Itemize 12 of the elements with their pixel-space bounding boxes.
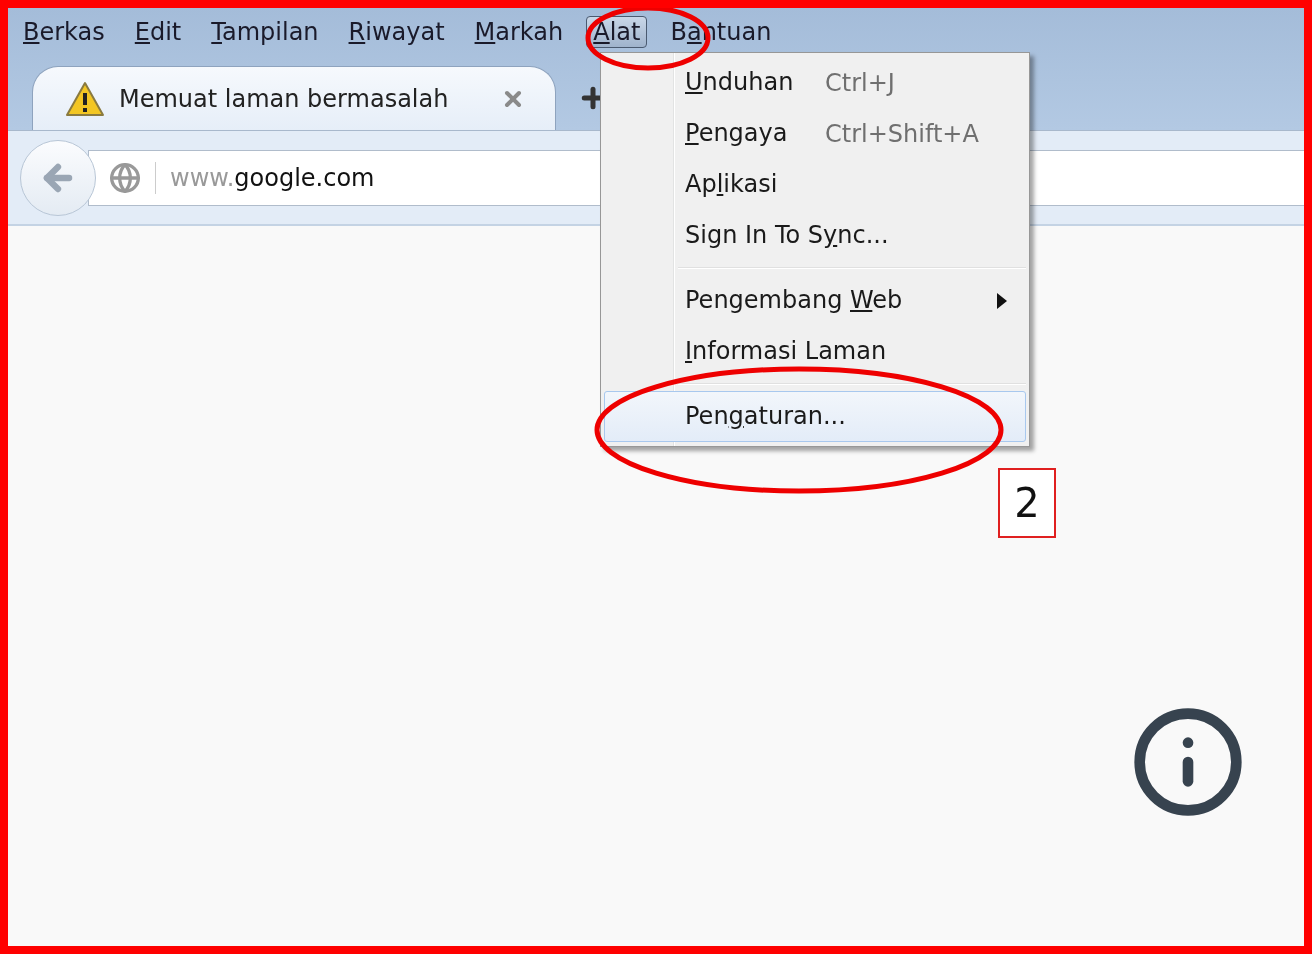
url-text: www.google.com [170, 163, 375, 192]
option-label: Pengaturan... [685, 400, 846, 432]
option-label: Unduhan [685, 66, 795, 98]
step-number: 2 [998, 468, 1056, 538]
option-label: Sign In To Sync... [685, 219, 889, 251]
option-label: Informasi Laman [685, 335, 887, 367]
option-label: Aplikasi [685, 168, 779, 200]
tab-title: Memuat laman bermasalah [119, 84, 450, 113]
shortcut-text: Ctrl+J [825, 68, 895, 97]
option-label: Pengembang Web [685, 284, 903, 316]
option-label: Pengaya [685, 117, 789, 149]
shortcut-text: Ctrl+Shift+A [825, 119, 979, 148]
